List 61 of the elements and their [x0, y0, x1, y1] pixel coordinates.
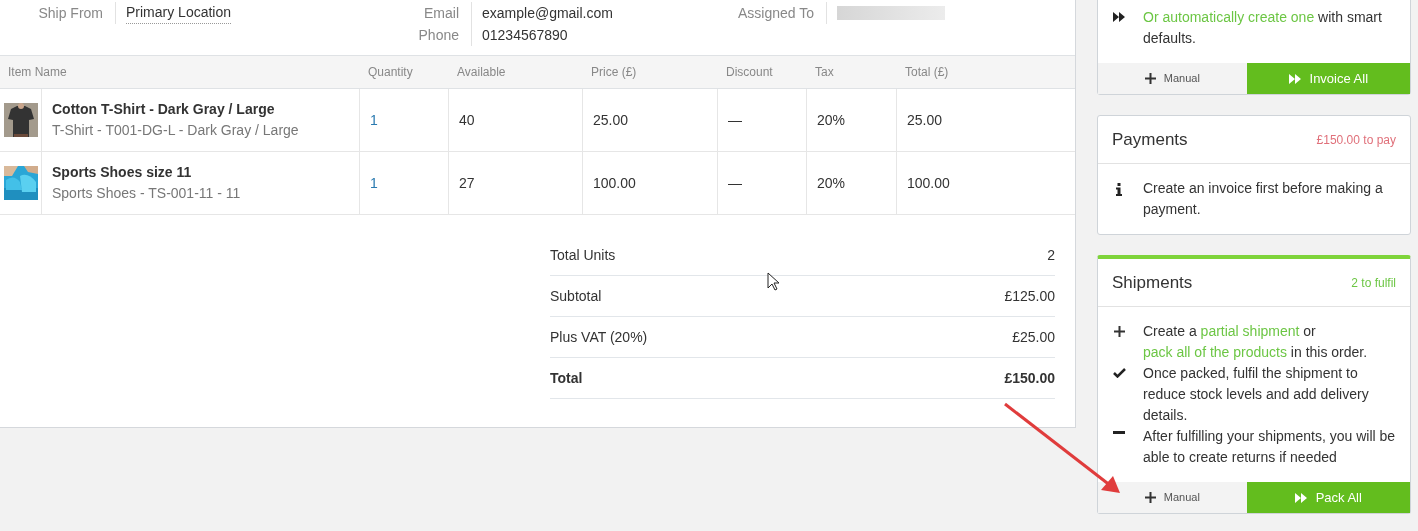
column-header: Price (£): [591, 65, 637, 79]
step-text: Once packed, fulfil the shipment to reduce stock levels and add delivery details.: [1143, 364, 1370, 425]
field-label: Email: [423, 3, 460, 23]
total-value: £150.00: [1004, 368, 1055, 388]
total-value: 2: [1047, 245, 1055, 265]
product-name: Cotton T-Shirt - Dark Gray / Large: [52, 100, 276, 119]
total-value: £125.00: [1004, 286, 1055, 306]
table-cell-text: 27: [459, 173, 475, 193]
fast-forward-icon: [1288, 73, 1302, 84]
table-cell-text: 100.00: [907, 173, 950, 193]
total-value: £25.00: [1012, 327, 1055, 347]
fast-forward-icon: [1294, 492, 1308, 503]
primary-button[interactable]: Pack All: [1246, 482, 1410, 513]
manual-button[interactable]: Manual: [1098, 63, 1247, 94]
info-icon: [1116, 183, 1122, 196]
field-value: example@gmail.com: [482, 3, 613, 23]
field-label: Phone: [417, 25, 460, 45]
step-text: Or automatically create one with smart defaults.: [1143, 8, 1383, 48]
table-cell-text: 20%: [817, 110, 846, 130]
column-header: Tax: [815, 65, 834, 79]
table-cell-text: —: [728, 110, 742, 130]
field-label: Assigned To: [737, 3, 815, 23]
status-label: 2 to fulfil: [1351, 274, 1396, 292]
column-header: Total (£): [905, 65, 949, 79]
plus-icon: [1113, 326, 1125, 337]
plus-icon: [1144, 73, 1156, 84]
product-variant: T-Shirt - T001-DG-L - Dark Gray / Large: [52, 121, 299, 140]
table-cell-text: 40: [459, 110, 475, 130]
total-label: Total: [550, 368, 583, 388]
total-label: Total Units: [550, 245, 616, 265]
total-label: Subtotal: [550, 286, 602, 306]
column-header: Available: [457, 65, 506, 79]
cursor-icon: [767, 272, 780, 291]
step-text: Create an invoice first before making a payment.: [1143, 179, 1384, 219]
column-header: Quantity: [368, 65, 413, 79]
primary-button[interactable]: Invoice All: [1246, 63, 1410, 94]
step-text: After fulfilling your shipments, you will be able to create returns if needed: [1143, 427, 1396, 467]
table-cell-text: 25.00: [907, 110, 943, 130]
table-cell-text: 20%: [817, 173, 846, 193]
field-label: Ship From: [37, 3, 104, 23]
quantity-link[interactable]: 1: [370, 109, 378, 131]
location-link[interactable]: Primary Location: [126, 2, 232, 24]
table-cell-text: 25.00: [593, 110, 629, 130]
status-label: £150.00 to pay: [1316, 131, 1396, 149]
plus-icon: [1144, 492, 1156, 503]
step-text: Create a partial shipment or pack all of the products in this order.: [1143, 322, 1369, 362]
fast-forward-icon: [1112, 12, 1126, 22]
check-icon: [1112, 368, 1126, 378]
product-name: Sports Shoes size 11: [52, 163, 193, 182]
quantity-link[interactable]: 1: [370, 172, 378, 194]
total-label: Plus VAT (20%): [550, 327, 648, 347]
card-title: Payments: [1112, 128, 1188, 151]
table-cell-text: —: [728, 173, 742, 193]
card-title: Shipments: [1112, 271, 1193, 294]
manual-button[interactable]: Manual: [1098, 482, 1247, 513]
table-cell-text: 100.00: [593, 173, 636, 193]
field-value: 01234567890: [482, 25, 568, 45]
product-variant: Sports Shoes - TS-001-11 - 11: [52, 184, 241, 203]
column-header: Discount: [726, 65, 773, 79]
minus-icon: [1113, 431, 1125, 434]
column-header: Item Name: [8, 65, 67, 79]
